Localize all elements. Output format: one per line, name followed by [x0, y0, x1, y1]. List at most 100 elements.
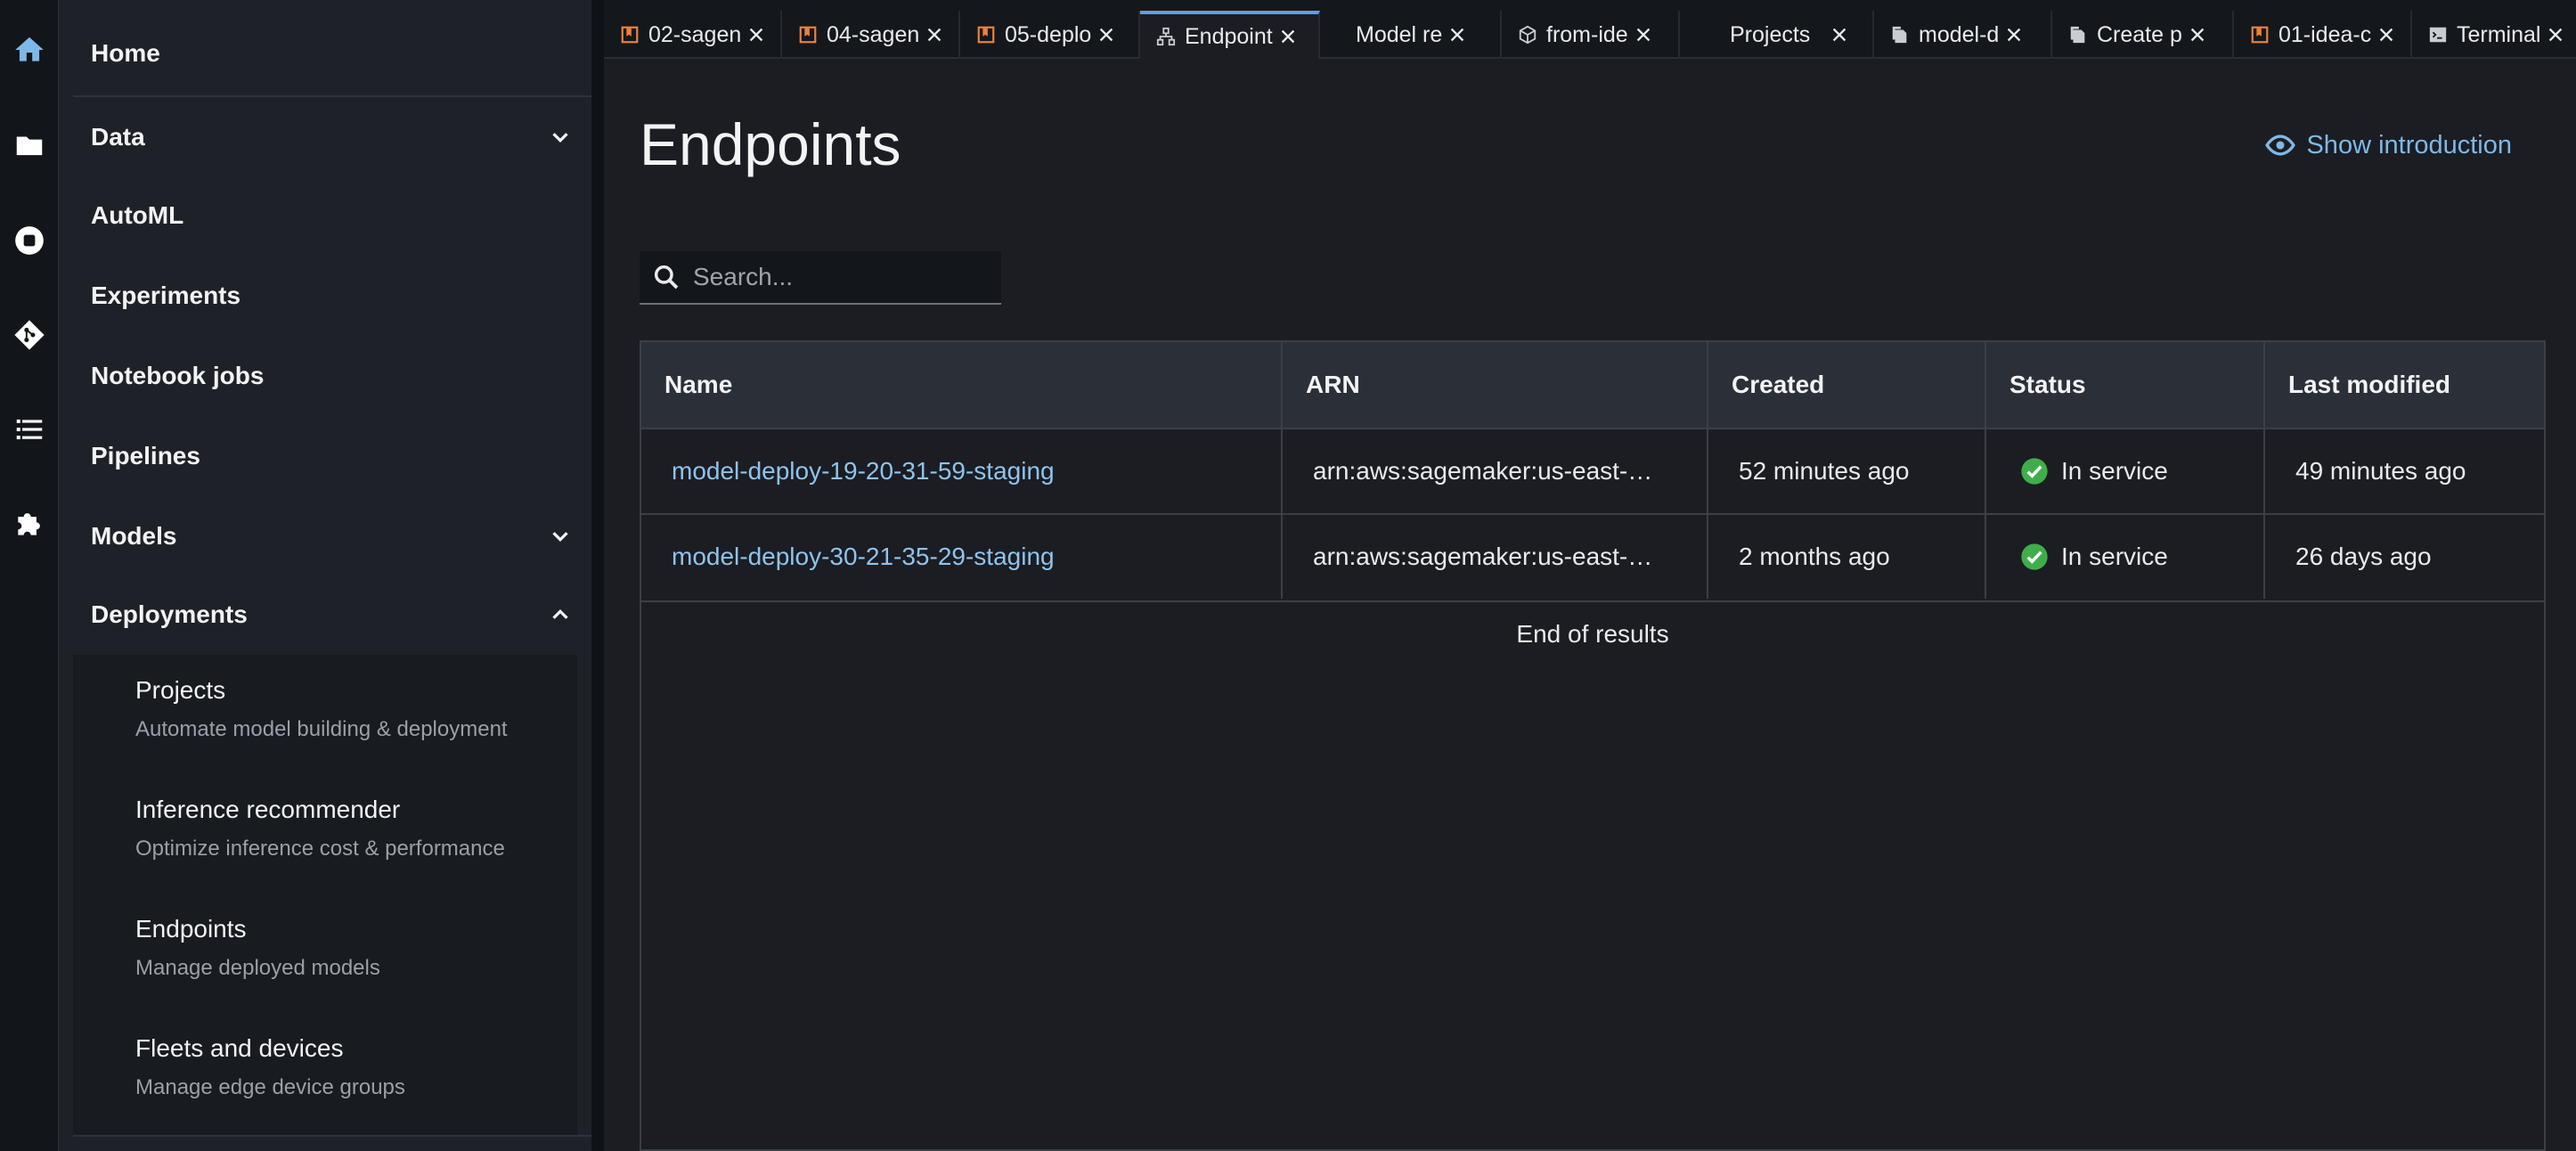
close-icon[interactable]	[2004, 25, 2024, 45]
cell-status: In service	[1986, 515, 2265, 599]
submenu-item-endpoints[interactable]: Endpoints Manage deployed models	[135, 915, 380, 981]
network-icon	[1156, 27, 1176, 46]
sidebar-item-label: Data	[91, 123, 145, 151]
search-box	[640, 251, 1001, 305]
notebook-icon	[621, 26, 639, 44]
column-header-arn[interactable]: ARN	[1283, 342, 1708, 428]
sidebar-item-models[interactable]: Models	[91, 501, 574, 572]
close-icon[interactable]	[925, 25, 944, 45]
submenu-item-title: Fleets and devices	[135, 1034, 344, 1062]
close-icon[interactable]	[2546, 25, 2565, 45]
notebook-icon	[977, 26, 995, 44]
search-icon	[654, 265, 679, 290]
list-icon[interactable]	[12, 412, 47, 447]
tab-model-registry[interactable]: Model re	[1320, 11, 1502, 59]
sidebar-item-home[interactable]: Home	[91, 18, 574, 89]
sidebar-item-experiments[interactable]: Experiments	[91, 260, 574, 331]
table-header: Name ARN Created Status Last modified	[641, 342, 2544, 428]
chevron-down-icon	[552, 133, 568, 143]
close-icon[interactable]	[2188, 25, 2207, 45]
close-icon[interactable]	[1447, 25, 1467, 45]
tab-create-p[interactable]: Create p	[2052, 11, 2234, 59]
sidebar-item-deployments[interactable]: Deployments	[91, 579, 574, 650]
endpoint-link[interactable]: model-deploy-30-21-35-29-staging	[672, 543, 1055, 571]
sidebar-item-pipelines[interactable]: Pipelines	[91, 420, 574, 492]
cell-name: model-deploy-30-21-35-29-staging	[641, 515, 1283, 599]
sidebar-item-automl[interactable]: AutoML	[91, 180, 574, 251]
sidebar-item-label: Deployments	[91, 600, 248, 628]
tab-04-sagen[interactable]: 04-sagen	[782, 11, 960, 59]
tab-endpoints[interactable]: Endpoint	[1140, 11, 1320, 59]
column-header-last-modified[interactable]: Last modified	[2265, 342, 2546, 428]
close-icon[interactable]	[746, 25, 766, 45]
submenu-item-desc: Automate model building & deployment	[135, 717, 508, 741]
main-panel: Endpoints Show introduction Name ARN Cre…	[604, 61, 2576, 1151]
divider	[73, 1135, 591, 1137]
resize-handle[interactable]	[591, 0, 604, 1151]
table-row: model-deploy-30-21-35-29-staging arn:aws…	[641, 513, 2544, 599]
submenu-item-fleets-and-devices[interactable]: Fleets and devices Manage edge device gr…	[135, 1034, 405, 1100]
divider	[73, 95, 591, 97]
close-icon[interactable]	[1634, 25, 1653, 45]
endpoint-link[interactable]: model-deploy-19-20-31-59-staging	[672, 457, 1055, 486]
sidebar-item-label: Models	[91, 522, 177, 550]
check-circle-icon	[2021, 543, 2048, 570]
activity-bar	[0, 0, 59, 1151]
close-icon[interactable]	[1096, 25, 1116, 45]
tab-01-idea-c[interactable]: 01-idea-c	[2234, 11, 2412, 59]
endpoints-table: Name ARN Created Status Last modified mo…	[640, 340, 2546, 1151]
submenu-item-title: Endpoints	[135, 915, 247, 943]
close-icon[interactable]	[1830, 25, 1849, 45]
submenu-item-title: Inference recommender	[135, 796, 401, 823]
stop-circle-icon[interactable]	[12, 223, 47, 258]
chevron-up-icon	[552, 608, 568, 619]
tab-projects[interactable]: Projects	[1680, 11, 1874, 59]
sidebar-item-label: Notebook jobs	[91, 362, 265, 389]
puzzle-icon[interactable]	[12, 506, 47, 542]
cube-icon	[1519, 25, 1537, 45]
sidebar-item-label: Experiments	[91, 282, 241, 309]
folder-icon[interactable]	[12, 127, 47, 163]
check-circle-icon	[2021, 458, 2048, 485]
column-header-status[interactable]: Status	[1986, 342, 2265, 428]
sidebar-item-label: Pipelines	[91, 442, 200, 469]
chevron-down-icon	[552, 532, 568, 543]
cell-arn: arn:aws:sagemaker:us-east-…	[1283, 429, 1708, 513]
tab-02-sagen[interactable]: 02-sagen	[604, 11, 782, 59]
notebook-icon	[799, 26, 817, 44]
tab-terminal[interactable]: Terminal	[2412, 11, 2576, 59]
cell-name: model-deploy-19-20-31-59-staging	[641, 429, 1283, 513]
sidebar-item-data[interactable]: Data	[91, 102, 574, 173]
search-input[interactable]	[693, 263, 978, 291]
column-header-name[interactable]: Name	[641, 342, 1283, 428]
tab-model-d[interactable]: model-d	[1874, 11, 2052, 59]
sidebar-item-label: AutoML	[91, 201, 184, 229]
cell-created: 2 months ago	[1708, 515, 1986, 599]
close-icon[interactable]	[1278, 27, 1298, 46]
submenu-item-inference-recommender[interactable]: Inference recommender Optimize inference…	[135, 796, 505, 861]
deployments-submenu: Projects Automate model building & deplo…	[73, 655, 577, 1136]
document-icon	[2070, 26, 2085, 44]
submenu-item-desc: Manage edge device groups	[135, 1075, 405, 1099]
cell-created: 52 minutes ago	[1708, 429, 1986, 513]
end-of-results: End of results	[1516, 620, 1669, 648]
cell-status: In service	[1986, 429, 2265, 513]
submenu-item-desc: Manage deployed models	[135, 956, 380, 980]
sidebar: Home Data AutoML Experiments Notebook jo…	[59, 0, 591, 1151]
page-title: Endpoints	[640, 111, 901, 177]
close-icon[interactable]	[2376, 25, 2396, 45]
table-row: model-deploy-19-20-31-59-staging arn:aws…	[641, 428, 2544, 513]
sidebar-item-notebook-jobs[interactable]: Notebook jobs	[91, 340, 574, 412]
tab-05-deplo[interactable]: 05-deplo	[960, 11, 1140, 59]
submenu-item-projects[interactable]: Projects Automate model building & deplo…	[135, 676, 508, 742]
tab-bar: 02-sagen 04-sagen 05-deplo Endpoint Mode…	[604, 0, 2576, 59]
git-icon[interactable]	[12, 317, 47, 353]
home-icon[interactable]	[12, 32, 47, 68]
cell-arn: arn:aws:sagemaker:us-east-…	[1283, 515, 1708, 599]
column-header-created[interactable]: Created	[1708, 342, 1986, 428]
tab-from-ide[interactable]: from-ide	[1502, 11, 1680, 59]
submenu-item-desc: Optimize inference cost & performance	[135, 837, 505, 861]
notebook-icon	[2251, 26, 2269, 44]
show-introduction-button[interactable]: Show introduction	[2265, 130, 2512, 160]
submenu-item-title: Projects	[135, 676, 226, 704]
